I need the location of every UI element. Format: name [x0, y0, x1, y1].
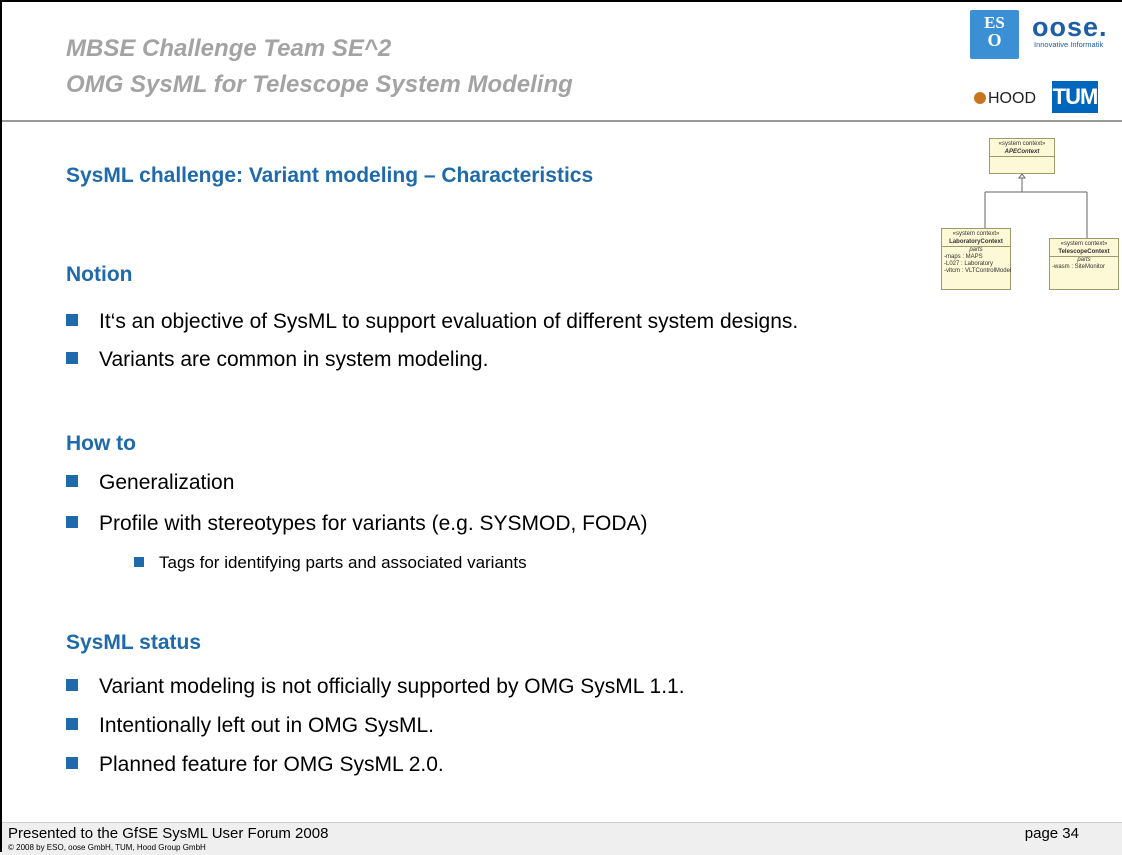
bullet-text: Profile with stereotypes for variants (e… — [99, 512, 648, 535]
sub-bullet-item: Tags for identifying parts and associate… — [134, 553, 527, 573]
bullet-item: It‘s an objective of SysML to support ev… — [66, 310, 798, 334]
slide: MBSE Challenge Team SE^2 OMG SysML for T… — [0, 0, 1122, 855]
section-heading-status: SysML status — [66, 631, 201, 654]
bullet-item: Generalization — [66, 471, 234, 495]
bullet-text: Variants are common in system modeling. — [99, 348, 489, 371]
bullet-item: Variants are common in system modeling. — [66, 348, 488, 372]
bullet-item: Intentionally left out in OMG SysML. — [66, 714, 434, 738]
section-heading-notion: Notion — [66, 263, 133, 286]
root-stereotype: «system context» — [998, 141, 1046, 147]
left-parts-label: parts — [969, 247, 983, 253]
bullet-text: Planned feature for OMG SysML 2.0. — [99, 753, 444, 776]
hood-logo: HOOD — [974, 90, 1036, 108]
slide-title: SysML challenge: Variant modeling – Char… — [66, 164, 594, 187]
variant-diagram: «system context» APEContext «system cont… — [937, 130, 1122, 295]
left-part-row: -maps : MAPS — [944, 254, 983, 260]
right-parts-label: parts — [1077, 257, 1091, 263]
eso-logo-bottom: O — [987, 30, 1002, 50]
oose-logo-word: oose. — [1032, 12, 1108, 42]
slide-header: MBSE Challenge Team SE^2 OMG SysML for T… — [2, 2, 1122, 122]
left-part-row: -vltcm : VLTControlModel — [944, 268, 1012, 274]
bullet-square-icon — [66, 516, 78, 528]
sub-bullet-text: Tags for identifying parts and associate… — [159, 553, 527, 572]
bullet-square-icon — [66, 314, 78, 326]
page-number: page 34 — [1024, 825, 1079, 842]
diagram-root-block: «system context» APEContext — [989, 138, 1055, 174]
header-title-line-2: OMG SysML for Telescope System Modeling — [66, 71, 573, 98]
bullet-text: Variant modeling is not officially suppo… — [99, 675, 685, 698]
root-separator — [990, 156, 1054, 157]
oose-logo: oose. Innovative Informatik — [1032, 12, 1108, 50]
bullet-item: Variant modeling is not officially suppo… — [66, 675, 685, 699]
left-part-row: -L027 : Laboratory — [944, 261, 994, 267]
hood-logo-text: HOOD — [988, 90, 1036, 107]
bullet-square-icon — [66, 352, 78, 364]
bullet-item: Planned feature for OMG SysML 2.0. — [66, 753, 444, 777]
bullet-square-icon — [66, 679, 78, 691]
eso-logo: ES O — [970, 10, 1019, 59]
bullet-text: Generalization — [99, 471, 235, 494]
right-stereotype: «system context» — [1060, 241, 1108, 247]
left-stereotype: «system context» — [952, 231, 1000, 237]
diagram-left-block: «system context» LaboratoryContext parts… — [941, 228, 1011, 290]
bullet-square-icon — [66, 757, 78, 769]
section-heading-howto: How to — [66, 432, 136, 455]
copyright-text: © 2008 by ESO, oose GmbH, TUM, Hood Grou… — [8, 843, 206, 852]
root-name: APEContext — [1004, 149, 1040, 155]
bullet-square-icon — [66, 718, 78, 730]
bullet-item: Profile with stereotypes for variants (e… — [66, 512, 648, 536]
sub-bullet-square-icon — [134, 557, 144, 567]
bullet-square-icon — [66, 475, 78, 487]
bullet-text: It‘s an objective of SysML to support ev… — [99, 310, 799, 333]
footer-event-text: Presented to the GfSE SysML User Forum 2… — [8, 825, 329, 842]
diagram-right-block: «system context» TelescopeContext parts … — [1049, 238, 1119, 290]
slide-footer: Presented to the GfSE SysML User Forum 2… — [2, 822, 1122, 855]
header-title-line-1: MBSE Challenge Team SE^2 — [66, 35, 392, 62]
right-part-row: -wasm : SiteMonitor — [1052, 264, 1106, 270]
left-name: LaboratoryContext — [949, 239, 1003, 245]
tum-logo: TUM — [1052, 81, 1098, 113]
hood-logo-icon — [974, 92, 986, 104]
right-name: TelescopeContext — [1058, 249, 1110, 255]
oose-logo-subtitle: Innovative Informatik — [1034, 40, 1104, 49]
bullet-text: Intentionally left out in OMG SysML. — [99, 714, 434, 737]
